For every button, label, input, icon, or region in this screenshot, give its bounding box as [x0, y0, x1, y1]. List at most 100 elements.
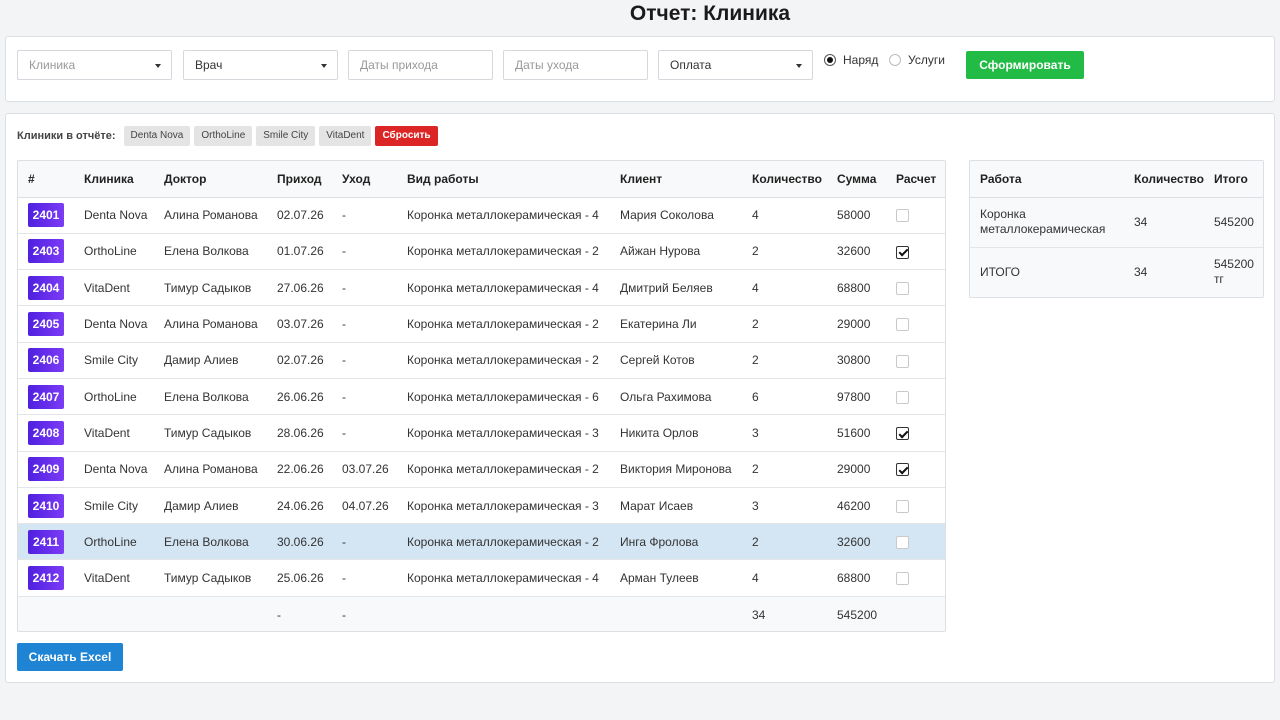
- cell-payment: [886, 342, 945, 379]
- cell-client: Инга Фролова: [610, 523, 742, 561]
- cell-departure: -: [332, 414, 397, 452]
- payment-checkbox[interactable]: [896, 390, 909, 404]
- cell-doctor: Тимур Садыков: [154, 559, 267, 597]
- cell-departure: -: [332, 269, 397, 307]
- col-header-payment: Расчет: [886, 161, 945, 198]
- radio-services-label: Услуги: [908, 53, 945, 67]
- radio-services[interactable]: Услуги: [889, 53, 945, 67]
- cell-clinic: Denta Nova: [74, 197, 154, 234]
- payment-checkbox[interactable]: [896, 245, 909, 259]
- cell-client: Ольга Рахимова: [610, 378, 742, 416]
- order-id-badge[interactable]: 2401: [28, 203, 64, 228]
- doctor-select[interactable]: Врач: [183, 50, 338, 80]
- radio-services-dot[interactable]: [889, 54, 901, 66]
- cell-payment: [886, 378, 945, 416]
- order-id-badge[interactable]: 2409: [28, 457, 64, 482]
- cell-work-type: Коронка металлокерамическая - 2: [397, 523, 610, 561]
- table-row[interactable]: 2408 VitaDent Тимур Садыков 28.06.26- Коронк…: [18, 414, 945, 452]
- payment-checkbox[interactable]: [896, 427, 909, 441]
- summary-work: Коронка металлокерамическая: [970, 197, 1124, 248]
- table-row[interactable]: 2410 Smile City Дамир Алиев 24.06.26 04.07.2…: [18, 487, 945, 525]
- cell-work-type: Коронка металлокерамическая - 6: [397, 378, 610, 416]
- order-id-badge[interactable]: 2408: [28, 420, 64, 445]
- order-id-badge[interactable]: 2403: [28, 239, 64, 264]
- col-header-number: #: [18, 161, 74, 198]
- clinic-select-placeholder: Клиника: [29, 58, 76, 72]
- download-excel-button[interactable]: Скачать Excel: [17, 643, 123, 671]
- footer-empty: [154, 596, 267, 631]
- payment-checkbox[interactable]: [896, 209, 909, 223]
- payment-select-value: Оплата: [670, 58, 712, 72]
- footer-empty: [397, 596, 610, 631]
- table-row[interactable]: 2404 VitaDent Тимур Садыков 27.06.26- Коронк…: [18, 269, 945, 307]
- filter-panel: Клиника Врач Даты прихода Даты ухода Опл…: [5, 36, 1275, 102]
- summary-quantity: 34: [1124, 247, 1204, 297]
- cell-departure: -: [332, 342, 397, 379]
- order-id-badge[interactable]: 2412: [28, 566, 64, 591]
- summary-total: 545200: [1203, 197, 1263, 248]
- cell-departure: 03.07.26: [332, 451, 397, 488]
- cell-quantity: 2: [742, 305, 827, 343]
- clinic-select[interactable]: Клиника: [17, 50, 172, 80]
- clinic-chip[interactable]: OrthoLine: [194, 126, 253, 146]
- payment-checkbox[interactable]: [896, 281, 909, 295]
- payment-checkbox[interactable]: [896, 354, 909, 368]
- reset-clinics-button[interactable]: Сбросить: [375, 126, 438, 146]
- order-id-badge[interactable]: 2404: [28, 275, 64, 300]
- cell-quantity: 4: [742, 269, 827, 307]
- payment-checkbox[interactable]: [896, 499, 909, 513]
- page-title: Отчет: Клиника: [629, 2, 791, 25]
- cell-arrival: 22.06.26: [267, 451, 332, 488]
- table-row[interactable]: 2401 Denta Nova Алина Романова 02.07.26- Кор…: [18, 197, 945, 234]
- order-id-badge[interactable]: 2410: [28, 493, 64, 518]
- payment-select[interactable]: Оплата: [658, 50, 813, 80]
- payment-checkbox[interactable]: [896, 535, 909, 549]
- payment-checkbox[interactable]: [896, 463, 909, 477]
- payment-checkbox[interactable]: [896, 318, 909, 332]
- order-id-badge[interactable]: 2411: [28, 529, 64, 554]
- table-row[interactable]: 2412 VitaDent Тимур Садыков 25.06.26- Коронк…: [18, 559, 945, 597]
- clinic-chip[interactable]: VitaDent: [319, 126, 372, 146]
- chevron-down-icon: [796, 64, 802, 68]
- table-row[interactable]: 2407 OrthoLine Елена Волкова 26.06.26- Корон…: [18, 378, 945, 416]
- table-row[interactable]: 2411 OrthoLine Елена Волкова 30.06.26- Корон…: [18, 523, 945, 561]
- cell-payment: [886, 233, 945, 271]
- cell-clinic: Smile City: [74, 487, 154, 525]
- col-header-client: Клиент: [610, 161, 742, 198]
- footer-empty: [18, 596, 74, 631]
- cell-clinic: VitaDent: [74, 559, 154, 597]
- radio-order-dot[interactable]: [824, 54, 836, 66]
- cell-arrival: 26.06.26: [267, 378, 332, 416]
- arrival-dates-input[interactable]: Даты прихода: [348, 50, 493, 80]
- order-id-badge[interactable]: 2407: [28, 384, 64, 409]
- col-header-arrival: Приход: [267, 161, 332, 198]
- clinic-chip[interactable]: Denta Nova: [123, 126, 191, 146]
- cell-quantity: 2: [742, 342, 827, 379]
- cell-arrival: 27.06.26: [267, 269, 332, 307]
- table-row[interactable]: 2403 OrthoLine Елена Волкова 01.07.26- Корон…: [18, 233, 945, 271]
- cell-departure: -: [332, 559, 397, 597]
- departure-dates-input[interactable]: Даты ухода: [503, 50, 648, 80]
- clinic-chip[interactable]: Smile City: [256, 126, 316, 146]
- order-id-badge[interactable]: 2406: [28, 348, 64, 373]
- clinics-label: Клиники в отчёте:: [17, 130, 116, 142]
- footer-quantity-total: 34: [742, 596, 827, 631]
- cell-quantity: 2: [742, 523, 827, 561]
- footer-departure: -: [332, 596, 397, 631]
- generate-button[interactable]: Сформировать: [966, 51, 1084, 79]
- cell-doctor: Елена Волкова: [154, 523, 267, 561]
- cell-doctor: Алина Романова: [154, 197, 267, 234]
- footer-empty: [74, 596, 154, 631]
- cell-id: 2403: [18, 233, 74, 271]
- cell-arrival: 01.07.26: [267, 233, 332, 271]
- cell-id: 2408: [18, 414, 74, 452]
- cell-id: 2412: [18, 559, 74, 597]
- order-id-badge[interactable]: 2405: [28, 312, 64, 337]
- cell-payment: [886, 305, 945, 343]
- table-row[interactable]: 2405 Denta Nova Алина Романова 03.07.26- Кор…: [18, 305, 945, 343]
- radio-order-label: Наряд: [843, 53, 879, 67]
- table-row[interactable]: 2406 Smile City Дамир Алиев 02.07.26- Коронк…: [18, 342, 945, 379]
- payment-checkbox[interactable]: [896, 572, 909, 586]
- radio-order[interactable]: Наряд: [824, 53, 878, 67]
- table-row[interactable]: 2409 Denta Nova Алина Романова 22.06.26 03.0…: [18, 451, 945, 488]
